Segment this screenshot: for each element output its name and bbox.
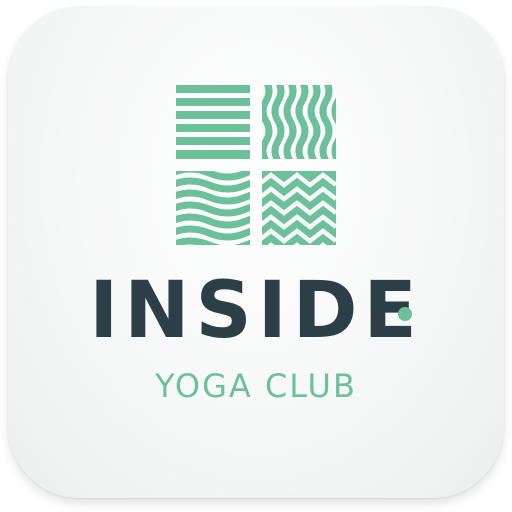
brand-name: INSIDE [89,266,423,356]
four-square-pattern-logo-icon [176,85,336,245]
brand-dot [398,307,412,321]
app-icon-tile[interactable] [8,6,504,498]
brand-tagline: YOGA CLUB [155,367,357,405]
horizontal-stripes-square [176,85,250,159]
vertical-waves-square [262,85,336,159]
zigzag-square [262,171,336,245]
